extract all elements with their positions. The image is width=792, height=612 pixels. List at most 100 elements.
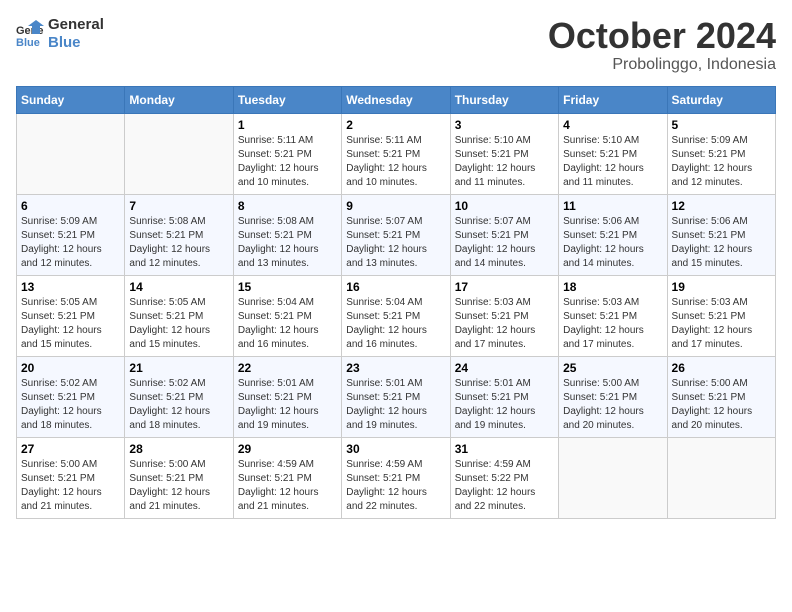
day-info: Sunrise: 5:01 AM Sunset: 5:21 PM Dayligh… bbox=[346, 377, 445, 433]
day-info: Sunrise: 5:09 AM Sunset: 5:21 PM Dayligh… bbox=[21, 215, 120, 271]
day-number: 27 bbox=[21, 442, 120, 456]
day-info: Sunrise: 5:03 AM Sunset: 5:21 PM Dayligh… bbox=[672, 296, 771, 352]
day-info: Sunrise: 4:59 AM Sunset: 5:21 PM Dayligh… bbox=[346, 458, 445, 514]
calendar-cell bbox=[667, 437, 775, 518]
day-info: Sunrise: 5:03 AM Sunset: 5:21 PM Dayligh… bbox=[563, 296, 662, 352]
day-number: 1 bbox=[238, 118, 337, 132]
weekday-header-wednesday: Wednesday bbox=[342, 86, 450, 113]
weekday-header-thursday: Thursday bbox=[450, 86, 558, 113]
calendar-cell: 18Sunrise: 5:03 AM Sunset: 5:21 PM Dayli… bbox=[559, 275, 667, 356]
calendar-cell: 7 Sunrise: 5:08 AM Sunset: 5:21 PM Daylig… bbox=[125, 194, 233, 275]
calendar-cell: 2 Sunrise: 5:11 AM Sunset: 5:21 PM Daylig… bbox=[342, 113, 450, 194]
calendar-cell: 26 Sunrise: 5:00 AM Sunset: 5:21 PM Dayli… bbox=[667, 356, 775, 437]
day-info: Sunrise: 5:08 AM Sunset: 5:21 PM Dayligh… bbox=[129, 215, 228, 271]
day-number: 7 bbox=[129, 199, 228, 213]
day-info: Sunrise: 5:06 AM Sunset: 5:21 PM Dayligh… bbox=[563, 215, 662, 271]
logo: General Blue General Blue bbox=[16, 16, 104, 52]
day-info: Sunrise: 5:07 AM Sunset: 5:21 PM Dayligh… bbox=[455, 215, 554, 271]
calendar-cell: 20 Sunrise: 5:02 AM Sunset: 5:21 PM Dayli… bbox=[17, 356, 125, 437]
calendar-week-5: 27 Sunrise: 5:00 AM Sunset: 5:21 PM Dayli… bbox=[17, 437, 776, 518]
day-number: 24 bbox=[455, 361, 554, 375]
calendar-cell: 10 Sunrise: 5:07 AM Sunset: 5:21 PM Dayli… bbox=[450, 194, 558, 275]
calendar-cell: 8Sunrise: 5:08 AM Sunset: 5:21 PM Daylig… bbox=[233, 194, 341, 275]
page-header: General Blue General Blue October 2024 P… bbox=[16, 16, 776, 74]
calendar-cell: 22Sunrise: 5:01 AM Sunset: 5:21 PM Dayli… bbox=[233, 356, 341, 437]
day-number: 12 bbox=[672, 199, 771, 213]
day-number: 13 bbox=[21, 280, 120, 294]
day-info: Sunrise: 5:11 AM Sunset: 5:21 PM Dayligh… bbox=[238, 134, 337, 190]
day-info: Sunrise: 5:06 AM Sunset: 5:21 PM Dayligh… bbox=[672, 215, 771, 271]
day-number: 15 bbox=[238, 280, 337, 294]
calendar-cell: 5Sunrise: 5:09 AM Sunset: 5:21 PM Daylig… bbox=[667, 113, 775, 194]
day-info: Sunrise: 5:00 AM Sunset: 5:21 PM Dayligh… bbox=[672, 377, 771, 433]
day-number: 20 bbox=[21, 361, 120, 375]
day-info: Sunrise: 5:04 AM Sunset: 5:21 PM Dayligh… bbox=[346, 296, 445, 352]
day-info: Sunrise: 5:10 AM Sunset: 5:21 PM Dayligh… bbox=[455, 134, 554, 190]
calendar-cell: 21Sunrise: 5:02 AM Sunset: 5:21 PM Dayli… bbox=[125, 356, 233, 437]
calendar-cell: 11 Sunrise: 5:06 AM Sunset: 5:21 PM Dayli… bbox=[559, 194, 667, 275]
day-number: 26 bbox=[672, 361, 771, 375]
day-number: 17 bbox=[455, 280, 554, 294]
day-info: Sunrise: 5:01 AM Sunset: 5:21 PM Dayligh… bbox=[455, 377, 554, 433]
logo-text: General Blue bbox=[48, 16, 104, 52]
day-info: Sunrise: 5:02 AM Sunset: 5:21 PM Dayligh… bbox=[21, 377, 120, 433]
calendar-week-1: 1 Sunrise: 5:11 AM Sunset: 5:21 PM Daylig… bbox=[17, 113, 776, 194]
day-info: Sunrise: 5:08 AM Sunset: 5:21 PM Dayligh… bbox=[238, 215, 337, 271]
day-info: Sunrise: 4:59 AM Sunset: 5:21 PM Dayligh… bbox=[238, 458, 337, 514]
calendar-cell bbox=[17, 113, 125, 194]
logo-icon: General Blue bbox=[16, 20, 44, 48]
calendar-cell: 1 Sunrise: 5:11 AM Sunset: 5:21 PM Daylig… bbox=[233, 113, 341, 194]
day-info: Sunrise: 5:00 AM Sunset: 5:21 PM Dayligh… bbox=[21, 458, 120, 514]
month-title: October 2024 bbox=[548, 16, 776, 56]
day-number: 23 bbox=[346, 361, 445, 375]
title-block: October 2024 Probolinggo, Indonesia bbox=[548, 16, 776, 74]
day-number: 4 bbox=[563, 118, 662, 132]
calendar-cell: 27 Sunrise: 5:00 AM Sunset: 5:21 PM Dayli… bbox=[17, 437, 125, 518]
calendar-cell: 17 Sunrise: 5:03 AM Sunset: 5:21 PM Dayli… bbox=[450, 275, 558, 356]
day-number: 6 bbox=[21, 199, 120, 213]
calendar-week-2: 6 Sunrise: 5:09 AM Sunset: 5:21 PM Daylig… bbox=[17, 194, 776, 275]
calendar-week-3: 13 Sunrise: 5:05 AM Sunset: 5:21 PM Dayli… bbox=[17, 275, 776, 356]
calendar-cell: 25Sunrise: 5:00 AM Sunset: 5:21 PM Dayli… bbox=[559, 356, 667, 437]
day-number: 21 bbox=[129, 361, 228, 375]
day-number: 2 bbox=[346, 118, 445, 132]
calendar-cell: 30 Sunrise: 4:59 AM Sunset: 5:21 PM Dayli… bbox=[342, 437, 450, 518]
day-number: 25 bbox=[563, 361, 662, 375]
weekday-header-friday: Friday bbox=[559, 86, 667, 113]
calendar-cell: 14Sunrise: 5:05 AM Sunset: 5:21 PM Dayli… bbox=[125, 275, 233, 356]
svg-text:Blue: Blue bbox=[16, 37, 40, 48]
day-info: Sunrise: 5:11 AM Sunset: 5:21 PM Dayligh… bbox=[346, 134, 445, 190]
location-subtitle: Probolinggo, Indonesia bbox=[548, 56, 776, 74]
calendar-cell: 19Sunrise: 5:03 AM Sunset: 5:21 PM Dayli… bbox=[667, 275, 775, 356]
day-number: 16 bbox=[346, 280, 445, 294]
calendar-cell: 9 Sunrise: 5:07 AM Sunset: 5:21 PM Daylig… bbox=[342, 194, 450, 275]
day-info: Sunrise: 5:07 AM Sunset: 5:21 PM Dayligh… bbox=[346, 215, 445, 271]
day-info: Sunrise: 5:09 AM Sunset: 5:21 PM Dayligh… bbox=[672, 134, 771, 190]
day-info: Sunrise: 5:03 AM Sunset: 5:21 PM Dayligh… bbox=[455, 296, 554, 352]
day-info: Sunrise: 5:04 AM Sunset: 5:21 PM Dayligh… bbox=[238, 296, 337, 352]
day-number: 30 bbox=[346, 442, 445, 456]
calendar-cell: 16 Sunrise: 5:04 AM Sunset: 5:21 PM Dayli… bbox=[342, 275, 450, 356]
calendar-cell: 6 Sunrise: 5:09 AM Sunset: 5:21 PM Daylig… bbox=[17, 194, 125, 275]
weekday-header-monday: Monday bbox=[125, 86, 233, 113]
day-info: Sunrise: 5:00 AM Sunset: 5:21 PM Dayligh… bbox=[129, 458, 228, 514]
day-info: Sunrise: 5:05 AM Sunset: 5:21 PM Dayligh… bbox=[129, 296, 228, 352]
day-info: Sunrise: 5:05 AM Sunset: 5:21 PM Dayligh… bbox=[21, 296, 120, 352]
calendar-table: SundayMondayTuesdayWednesdayThursdayFrid… bbox=[16, 86, 776, 519]
calendar-cell: 24 Sunrise: 5:01 AM Sunset: 5:21 PM Dayli… bbox=[450, 356, 558, 437]
day-number: 10 bbox=[455, 199, 554, 213]
day-number: 11 bbox=[563, 199, 662, 213]
calendar-cell: 28Sunrise: 5:00 AM Sunset: 5:21 PM Dayli… bbox=[125, 437, 233, 518]
day-info: Sunrise: 5:10 AM Sunset: 5:21 PM Dayligh… bbox=[563, 134, 662, 190]
weekday-header-saturday: Saturday bbox=[667, 86, 775, 113]
calendar-cell: 29Sunrise: 4:59 AM Sunset: 5:21 PM Dayli… bbox=[233, 437, 341, 518]
calendar-cell: 4 Sunrise: 5:10 AM Sunset: 5:21 PM Daylig… bbox=[559, 113, 667, 194]
calendar-cell: 3 Sunrise: 5:10 AM Sunset: 5:21 PM Daylig… bbox=[450, 113, 558, 194]
calendar-cell: 15 Sunrise: 5:04 AM Sunset: 5:21 PM Dayli… bbox=[233, 275, 341, 356]
day-number: 22 bbox=[238, 361, 337, 375]
day-number: 9 bbox=[346, 199, 445, 213]
day-number: 3 bbox=[455, 118, 554, 132]
day-number: 31 bbox=[455, 442, 554, 456]
day-info: Sunrise: 4:59 AM Sunset: 5:22 PM Dayligh… bbox=[455, 458, 554, 514]
weekday-header-sunday: Sunday bbox=[17, 86, 125, 113]
